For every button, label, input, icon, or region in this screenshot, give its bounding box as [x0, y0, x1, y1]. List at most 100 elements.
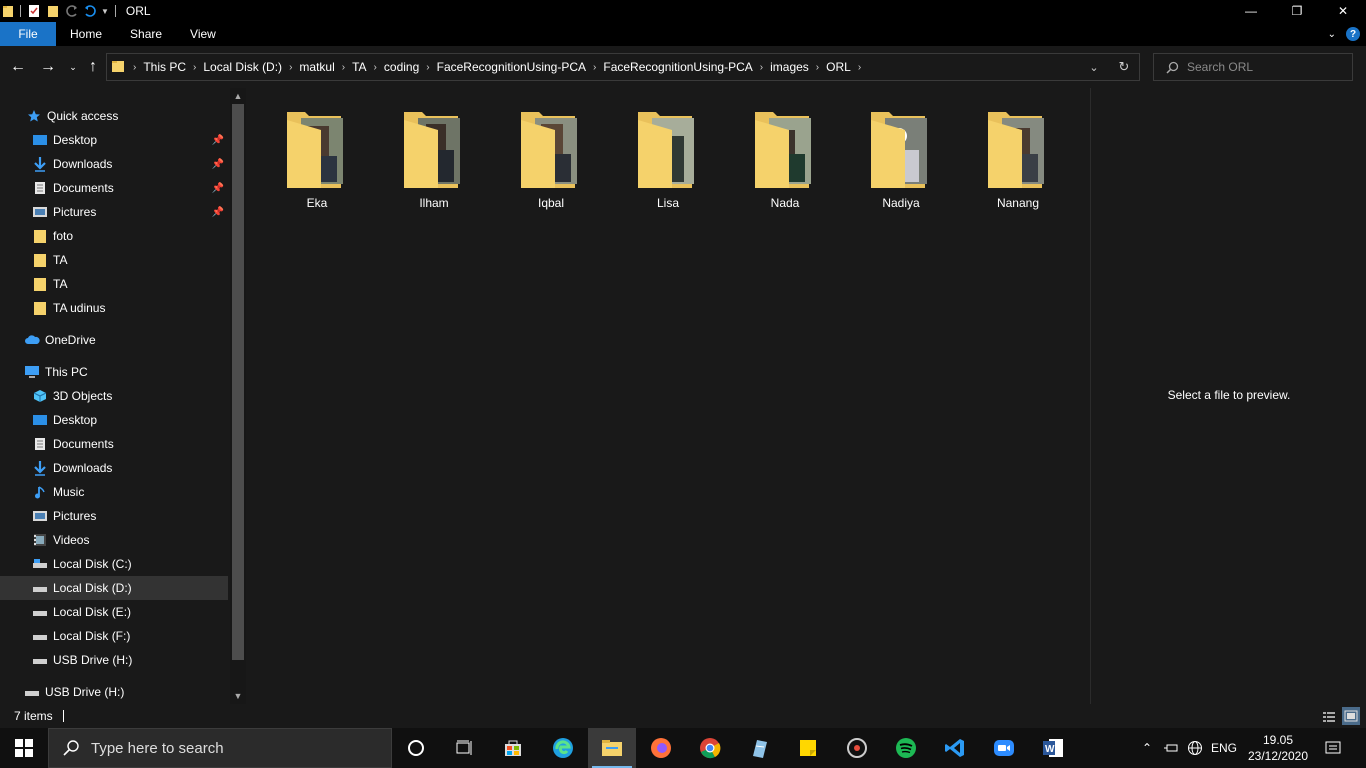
spotify-icon[interactable] [882, 728, 930, 768]
chevron-right-icon[interactable]: › [758, 62, 765, 73]
tab-share[interactable]: Share [116, 22, 176, 46]
sidebar-item-local-disk-d[interactable]: Local Disk (D:) [0, 576, 228, 600]
sidebar-item-local-disk-f[interactable]: Local Disk (F:) [0, 624, 228, 648]
maximize-button[interactable]: ❐ [1274, 0, 1320, 22]
close-button[interactable]: ✕ [1320, 0, 1366, 22]
zoom-icon[interactable] [980, 728, 1028, 768]
power-icon[interactable] [1160, 728, 1182, 768]
sidebar-item-pictures-pc[interactable]: Pictures [0, 504, 228, 528]
crumb-orl[interactable]: ORL [821, 60, 856, 74]
crumb-images[interactable]: images [765, 60, 814, 74]
system-clock[interactable]: 19.05 23/12/2020 [1244, 732, 1312, 764]
sidebar-item-desktop-pc[interactable]: Desktop [0, 408, 228, 432]
pin-icon[interactable]: 📌 [212, 159, 224, 170]
sidebar-item-local-disk-c[interactable]: Local Disk (C:) [0, 552, 228, 576]
vscode-icon[interactable] [931, 728, 979, 768]
chevron-right-icon[interactable]: › [372, 62, 379, 73]
chrome-icon[interactable] [686, 728, 734, 768]
redo-icon[interactable] [65, 0, 79, 22]
folder-item[interactable]: Iqbal [498, 102, 604, 212]
show-hidden-icons-icon[interactable]: ⌃ [1136, 728, 1158, 768]
address-bar[interactable]: › This PC › Local Disk (D:) › matkul › T… [106, 53, 1140, 81]
chevron-right-icon[interactable]: › [191, 62, 198, 73]
tab-file[interactable]: File [0, 22, 56, 46]
chevron-right-icon[interactable]: › [340, 62, 347, 73]
sidebar-item-quick-access[interactable]: Quick access [0, 104, 228, 128]
groove-music-icon[interactable] [833, 728, 881, 768]
pin-icon[interactable]: 📌 [212, 183, 224, 194]
scroll-up-icon[interactable]: ▲ [230, 88, 246, 104]
crumb-coding[interactable]: coding [379, 60, 424, 74]
chevron-right-icon[interactable]: › [856, 62, 863, 73]
sidebar-item-ta[interactable]: TA [0, 248, 228, 272]
undo-icon[interactable] [83, 0, 97, 22]
details-view-icon[interactable] [1320, 707, 1338, 725]
notifications-icon[interactable] [1320, 728, 1346, 768]
sidebar-scrollbar[interactable]: ▲ ▼ [230, 88, 246, 704]
language-indicator[interactable]: ENG [1208, 728, 1240, 768]
crumb-project-1[interactable]: FaceRecognitionUsing-PCA [432, 60, 591, 74]
folder-item[interactable]: Nanang [965, 102, 1071, 212]
search-input[interactable] [1187, 60, 1337, 74]
folder-item[interactable]: Nadiya [848, 102, 954, 212]
back-arrow-icon[interactable]: ← [7, 56, 29, 78]
folder-item[interactable]: Lisa [615, 102, 721, 212]
sidebar-item-usb-drive-h[interactable]: USB Drive (H:) [0, 648, 228, 672]
sidebar-item-ta-2[interactable]: TA [0, 272, 228, 296]
windows-start-icon[interactable] [0, 728, 48, 768]
refresh-icon[interactable]: ↻ [1109, 54, 1139, 80]
large-icons-view-icon[interactable] [1342, 707, 1360, 725]
sidebar-item-foto[interactable]: foto [0, 224, 228, 248]
sidebar-item-downloads[interactable]: Downloads 📌 [0, 152, 228, 176]
task-view-icon[interactable] [440, 728, 488, 768]
pin-icon[interactable]: 📌 [212, 207, 224, 218]
edge-icon[interactable] [539, 728, 587, 768]
sidebar-item-ta-udinus[interactable]: TA udinus [0, 296, 228, 320]
chevron-right-icon[interactable]: › [814, 62, 821, 73]
network-icon[interactable] [1184, 728, 1206, 768]
sticky-notes-icon[interactable] [784, 728, 832, 768]
sidebar-item-downloads-pc[interactable]: Downloads [0, 456, 228, 480]
notepad-icon[interactable] [735, 728, 783, 768]
folder-item[interactable]: Ilham [381, 102, 487, 212]
crumb-this-pc[interactable]: This PC [138, 60, 191, 74]
search-box[interactable] [1153, 53, 1353, 81]
chevron-right-icon[interactable]: › [591, 62, 598, 73]
scroll-down-icon[interactable]: ▼ [230, 688, 246, 704]
expand-ribbon-icon[interactable]: ⌄ [1328, 29, 1336, 40]
sidebar-item-onedrive[interactable]: OneDrive [0, 328, 228, 352]
folder-item[interactable]: Eka [264, 102, 370, 212]
firefox-icon[interactable] [637, 728, 685, 768]
customize-toolbar-icon[interactable]: ▼ [101, 0, 109, 22]
sidebar-item-documents-pc[interactable]: Documents [0, 432, 228, 456]
tab-view[interactable]: View [176, 22, 230, 46]
recent-locations-icon[interactable]: ⌄ [62, 56, 84, 78]
up-arrow-icon[interactable]: ↑ [82, 56, 104, 78]
new-folder-icon[interactable] [47, 0, 59, 22]
file-explorer-icon[interactable] [588, 728, 636, 768]
crumb-project-2[interactable]: FaceRecognitionUsing-PCA [598, 60, 757, 74]
tab-home[interactable]: Home [56, 22, 116, 46]
scrollbar-thumb[interactable] [232, 104, 244, 660]
sidebar-item-videos[interactable]: Videos [0, 528, 228, 552]
sidebar-item-documents[interactable]: Documents 📌 [0, 176, 228, 200]
crumb-ta[interactable]: TA [347, 60, 371, 74]
sidebar-item-pictures[interactable]: Pictures 📌 [0, 200, 228, 224]
store-icon[interactable] [489, 728, 537, 768]
sidebar-item-3d-objects[interactable]: 3D Objects [0, 384, 228, 408]
chevron-right-icon[interactable]: › [287, 62, 294, 73]
properties-icon[interactable] [27, 0, 41, 22]
sidebar-item-local-disk-e[interactable]: Local Disk (E:) [0, 600, 228, 624]
sidebar-item-this-pc[interactable]: This PC [0, 360, 228, 384]
taskbar-search-box[interactable]: Type here to search [48, 728, 392, 768]
sidebar-item-desktop[interactable]: Desktop 📌 [0, 128, 228, 152]
help-icon[interactable]: ? [1346, 27, 1360, 41]
folder-item[interactable]: Nada [732, 102, 838, 212]
minimize-button[interactable]: — [1228, 0, 1274, 22]
sidebar-item-music[interactable]: Music [0, 480, 228, 504]
crumb-matkul[interactable]: matkul [294, 60, 339, 74]
chevron-right-icon[interactable]: › [424, 62, 431, 73]
address-dropdown-icon[interactable]: ⌄ [1079, 54, 1109, 80]
forward-arrow-icon[interactable]: → [37, 56, 59, 78]
word-icon[interactable]: W [1029, 728, 1077, 768]
